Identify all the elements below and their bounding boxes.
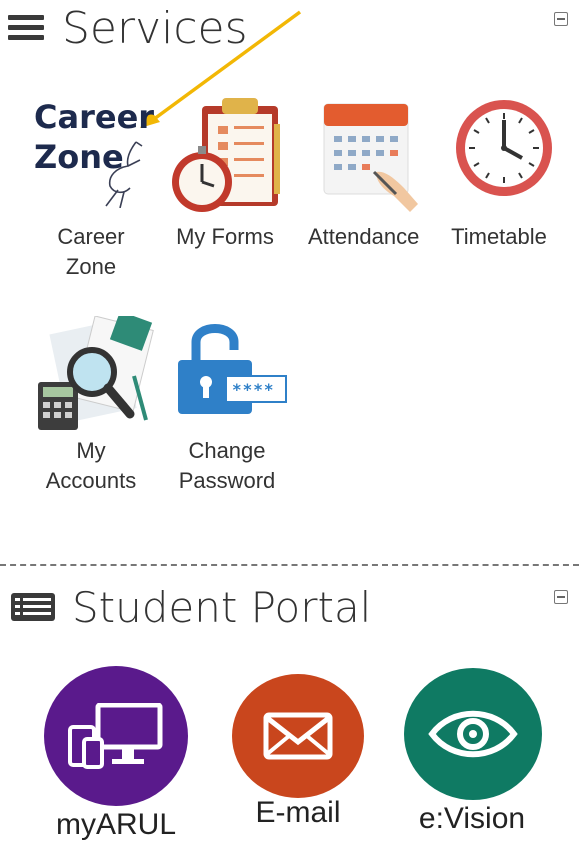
change-password-label-2: Password: [178, 468, 276, 493]
career-zone-logo-text-1: Career: [34, 98, 155, 136]
my-accounts-label-2: Accounts: [45, 468, 137, 493]
student-portal-header: Student Portal: [10, 580, 371, 634]
evision-label: e:Vision: [418, 802, 526, 835]
eye-icon: [404, 668, 542, 800]
list-card-icon: [10, 592, 56, 622]
career-zone-label-2: Zone: [65, 254, 117, 279]
devices-icon: [44, 666, 188, 806]
services-collapse-button[interactable]: [554, 12, 568, 26]
section-divider: [0, 564, 579, 566]
clipboard-stopwatch-icon: [166, 94, 286, 219]
clock-icon: [452, 92, 556, 202]
services-title: Services: [62, 2, 248, 54]
attendance-label: Attendance: [308, 224, 420, 249]
my-accounts-label-1: My: [76, 438, 106, 463]
accounts-magnifier-icon: [34, 311, 154, 434]
padlock-icon: ****: [174, 316, 290, 416]
change-password-label-1: Change: [188, 438, 266, 463]
hamburger-menu-icon[interactable]: [8, 13, 46, 43]
envelope-icon: [232, 674, 364, 798]
career-zone-label-1: Career: [57, 224, 125, 249]
password-mask-text: ****: [232, 380, 275, 399]
timetable-label: Timetable: [451, 224, 547, 249]
career-zone-logo-icon: Career Zone: [34, 98, 159, 213]
myarul-label: myARUL: [55, 808, 176, 841]
calendar-icon: [318, 98, 428, 218]
my-forms-label: My Forms: [176, 224, 274, 249]
email-label: E-mail: [255, 796, 341, 829]
student-portal-title: Student Portal: [72, 582, 372, 632]
student-portal-collapse-button[interactable]: [554, 590, 568, 604]
services-header: Services: [8, 2, 248, 54]
